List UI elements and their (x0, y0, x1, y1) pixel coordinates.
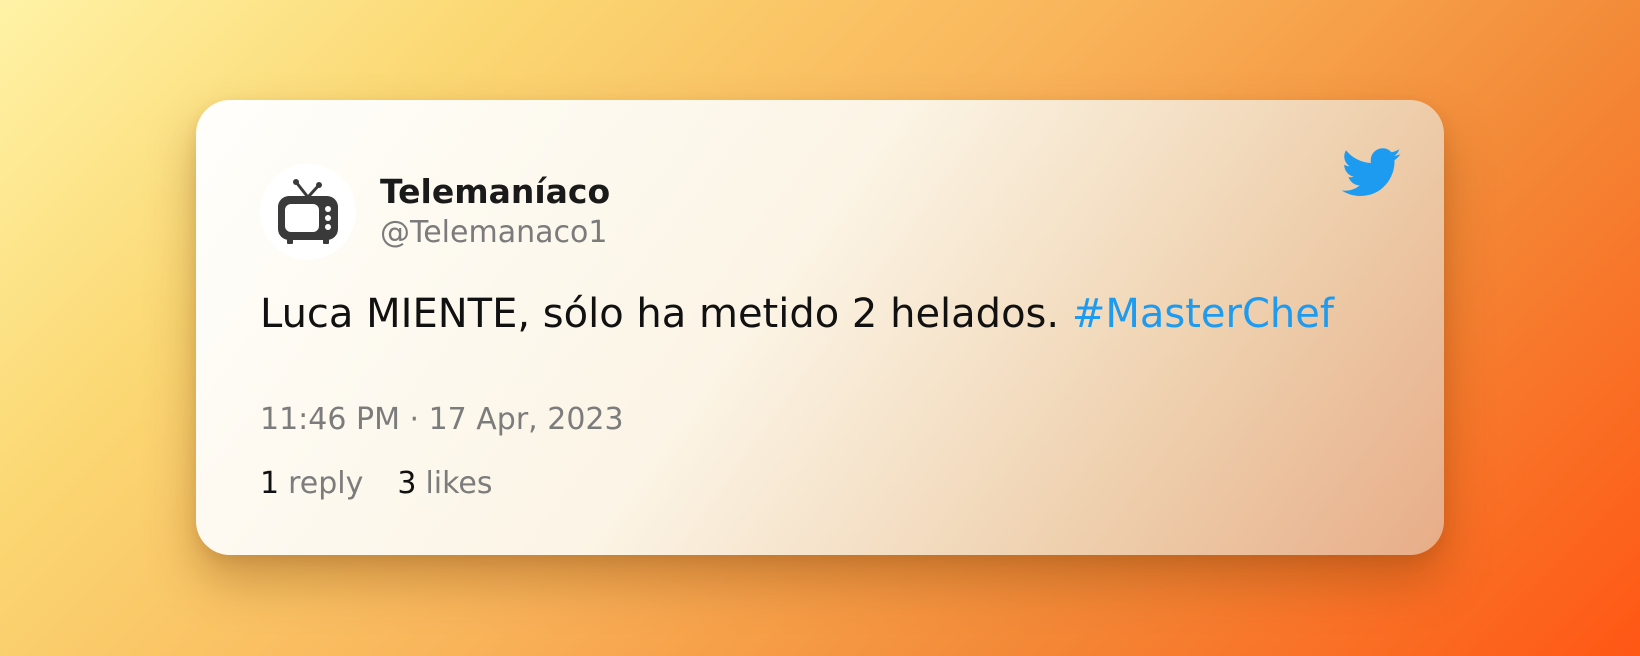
tweet-stats: 1 reply 3 likes (260, 464, 493, 504)
likes-count: 3 (397, 466, 417, 501)
replies-stat[interactable]: 1 reply (260, 464, 363, 504)
tweet-body: Luca MIENTE, sólo ha metido 2 helados. (260, 291, 1060, 337)
tweet-card: Telemaníaco @Telemanaco1 Luca MIENTE, só… (196, 100, 1444, 555)
replies-label: reply (288, 466, 364, 501)
twitter-bird-icon[interactable] (1342, 148, 1402, 198)
tweet-timestamp[interactable]: 11:46 PM · 17 Apr, 2023 (260, 400, 624, 440)
author-display-name[interactable]: Telemaníaco (380, 172, 610, 212)
likes-label: likes (425, 466, 493, 501)
likes-stat[interactable]: 3 likes (397, 464, 492, 504)
hashtag-link[interactable]: #MasterChef (1072, 291, 1334, 337)
author-handle[interactable]: @Telemanaco1 (380, 214, 607, 252)
tweet-text: Luca MIENTE, sólo ha metido 2 helados. #… (260, 288, 1334, 340)
retro-tv-icon (278, 179, 338, 244)
replies-count: 1 (260, 466, 280, 501)
avatar[interactable] (260, 164, 356, 260)
